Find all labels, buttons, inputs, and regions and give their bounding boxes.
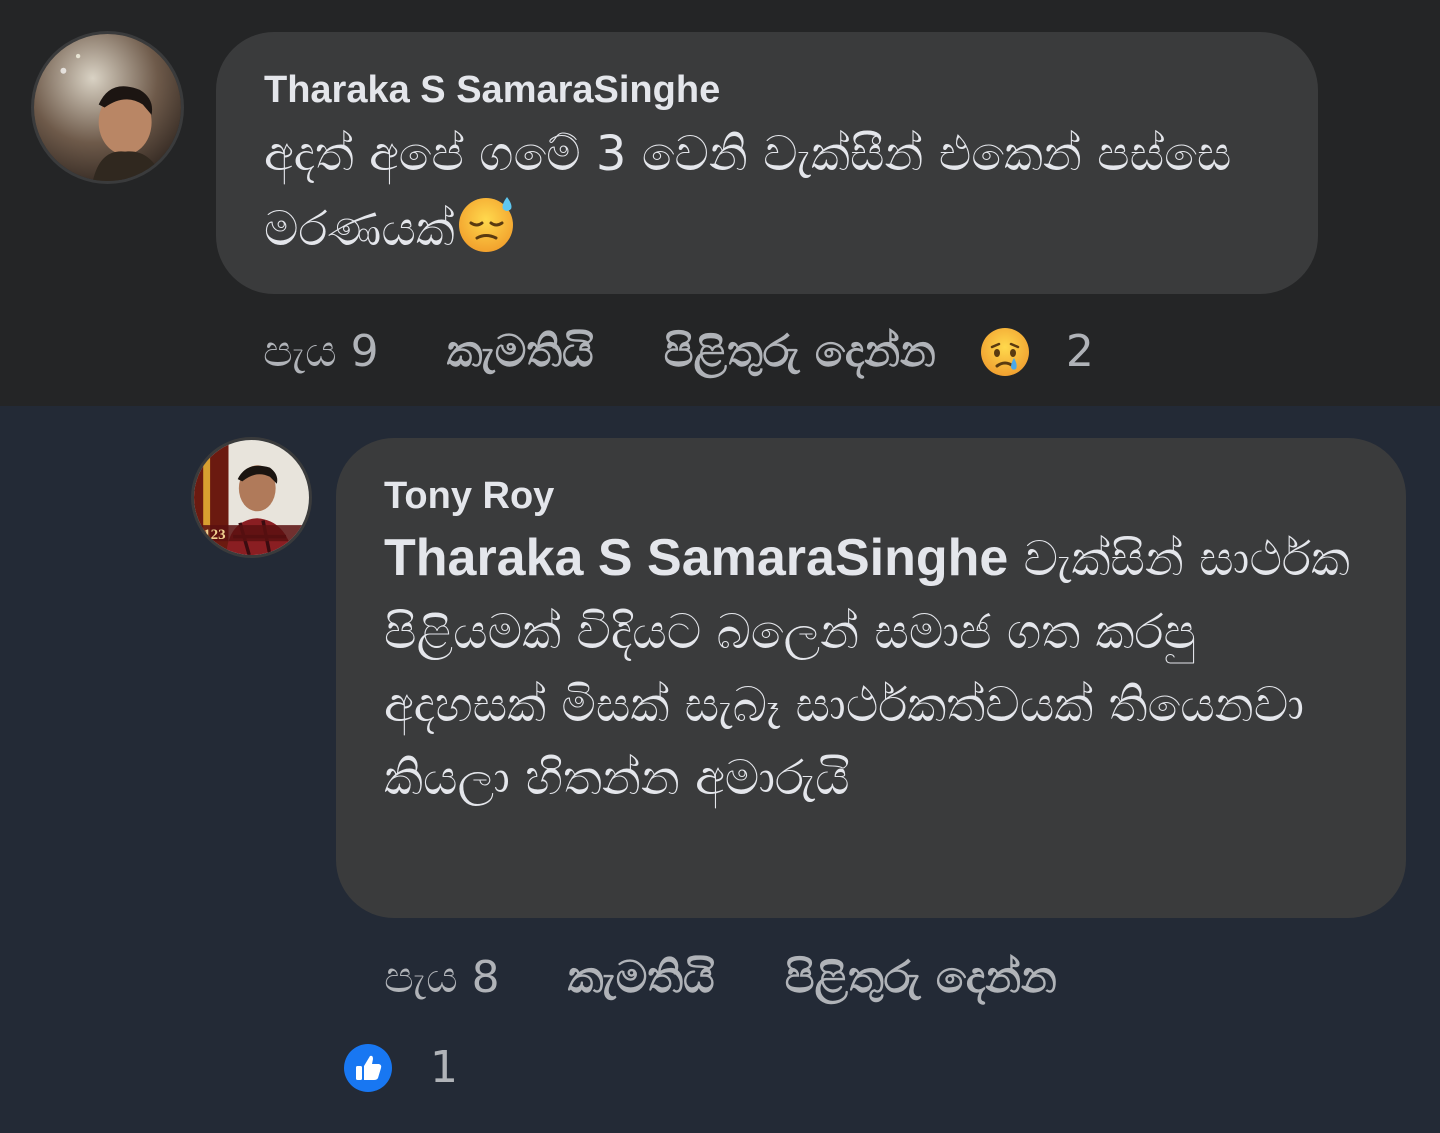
avatar[interactable]: 123 [194,440,309,555]
downcast-face-with-sweat-emoji [458,197,513,252]
reply-timestamp[interactable]: පැය 8 [384,948,500,1008]
reply-reaction-badge[interactable]: 1 [344,1038,458,1098]
avatar[interactable] [34,34,181,181]
comment-author[interactable]: Tharaka S SamaraSinghe [264,68,1270,112]
reply-actions: පැය 8 කැමතියි පිළිතුරු දෙන්න [384,948,1127,1008]
profile-photo-icon: 123 [194,440,309,555]
comment-actions: පැය 9 කැමතියි පිළිතුරු දෙන්න 2 [263,322,1094,382]
comment-timestamp[interactable]: පැය 9 [263,322,379,382]
reply-button[interactable]: පිළිතුරු දෙන්න [785,948,1057,1008]
reply-bubble: Tony Roy Tharaka S SamaraSinghe වැක්සින්… [336,438,1406,918]
reaction-count-badge[interactable]: 2 [980,322,1094,382]
comment-body: අදත් අපේ ගමේ 3 වෙනි වැක්සීන් එකෙන් පස්සෙ… [264,126,1232,257]
reply-button[interactable]: පිළිතුරු දෙන්න [664,322,936,382]
mention-link[interactable]: Tharaka S SamaraSinghe [384,529,1008,587]
comment-text: අදත් අපේ ගමේ 3 වෙනි වැක්සීන් එකෙන් පස්සෙ… [264,118,1270,266]
reaction-count: 2 [1065,326,1094,377]
reply-author[interactable]: Tony Roy [384,474,1358,518]
like-button[interactable]: කැමතියි [568,948,715,1008]
comment-bubble: Tharaka S SamaraSinghe අදත් අපේ ගමේ 3 වෙ… [216,32,1318,294]
reply-text: Tharaka S SamaraSinghe වැක්සින් සාර්ථක ප… [384,522,1358,815]
like-button[interactable]: කැමතියි [447,322,594,382]
profile-photo-icon [34,34,181,181]
reaction-count: 1 [430,1042,458,1093]
crying-face-emoji [980,328,1029,376]
thumbs-up-icon [344,1044,392,1092]
